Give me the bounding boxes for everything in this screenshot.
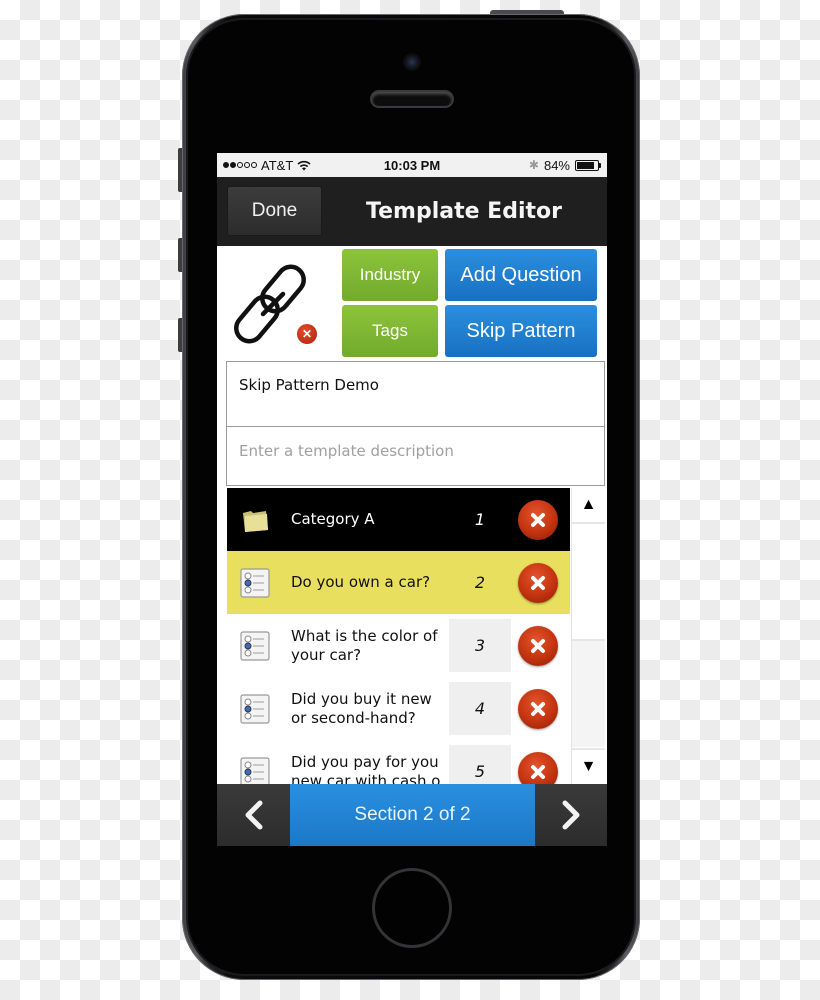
row-order-number[interactable]: 5	[449, 745, 511, 784]
home-button[interactable]	[372, 868, 452, 948]
status-right: ✱ 84%	[529, 158, 601, 173]
scroll-up-button[interactable]: ▲	[572, 488, 605, 524]
page-title: Template Editor	[366, 199, 562, 224]
skip-pattern-button[interactable]: Skip Pattern	[445, 305, 597, 357]
wifi-icon	[297, 160, 311, 170]
template-name-input[interactable]: Skip Pattern Demo	[227, 362, 604, 427]
radio-list-icon	[239, 756, 271, 784]
prev-section-button[interactable]	[217, 784, 290, 846]
delete-row-button[interactable]	[518, 751, 558, 784]
battery-percent: 84%	[543, 157, 570, 173]
battery-icon	[575, 159, 601, 171]
close-icon: ✕	[301, 327, 313, 341]
done-button[interactable]: Done	[227, 186, 322, 236]
earpiece-speaker	[370, 90, 454, 108]
app-screen: AT&T 10:03 PM ✱ 84% Done Template Editor	[217, 153, 607, 846]
delete-row-button[interactable]	[518, 625, 558, 666]
carrier-name: AT&T	[261, 157, 294, 173]
remove-link-button[interactable]: ✕	[297, 324, 317, 344]
radio-list-icon	[239, 630, 271, 662]
bluetooth-icon: ✱	[528, 158, 539, 172]
scroll-thumb[interactable]	[572, 525, 605, 639]
delete-row-button[interactable]	[518, 688, 558, 729]
chevron-left-icon	[245, 800, 262, 830]
delete-row-button[interactable]	[518, 562, 558, 603]
row-order-number[interactable]: 2	[449, 556, 511, 609]
question-row[interactable]: Do you own a car? 2	[227, 551, 570, 614]
template-form: Skip Pattern Demo Enter a template descr…	[226, 361, 605, 486]
battery-tip	[599, 162, 601, 168]
question-row[interactable]: Did you buy it new or second-hand? 4	[227, 677, 570, 740]
delete-icon	[529, 511, 547, 529]
question-list-container: Category A 1 Do you own a car? 2 What is the…	[227, 488, 605, 784]
industry-button[interactable]: Industry	[342, 249, 438, 301]
template-description-input[interactable]: Enter a template description	[227, 427, 604, 485]
category-row[interactable]: Category A 1	[227, 488, 570, 551]
delete-icon	[529, 574, 547, 592]
template-toolbar: ✕ Industry Tags Add Question Skip Patter…	[217, 246, 607, 361]
front-camera	[403, 53, 421, 71]
scroll-down-button[interactable]: ▼	[572, 748, 605, 784]
row-title: Did you buy it new or second-hand?	[291, 689, 432, 727]
delete-icon	[529, 700, 547, 718]
next-section-button[interactable]	[535, 784, 607, 846]
add-question-button[interactable]: Add Question	[445, 249, 597, 301]
scroll-track[interactable]	[572, 639, 605, 747]
signal-dot	[251, 162, 257, 168]
row-title: Did you pay for you new car with cash o	[291, 752, 441, 785]
row-title: What is the color of your car?	[291, 626, 438, 664]
folder-icon	[239, 504, 271, 536]
status-left: AT&T	[223, 158, 311, 173]
scrollbar[interactable]: ▲ ▼	[571, 488, 605, 784]
row-order-number[interactable]: 3	[449, 619, 511, 672]
radio-list-icon	[239, 567, 271, 599]
section-indicator: Section 2 of 2	[290, 784, 535, 846]
chevron-right-icon	[562, 800, 580, 830]
row-order-number[interactable]: 4	[449, 682, 511, 735]
status-bar: AT&T 10:03 PM ✱ 84%	[217, 153, 607, 177]
radio-list-icon	[239, 693, 271, 725]
signal-strength-icon	[223, 162, 257, 168]
delete-icon	[529, 763, 547, 781]
question-list: Category A 1 Do you own a car? 2 What is the…	[227, 488, 570, 784]
signal-dot	[230, 162, 236, 168]
question-row[interactable]: What is the color of your car? 3	[227, 614, 570, 677]
signal-dot	[223, 162, 229, 168]
battery-body	[575, 159, 599, 171]
row-title: Category A	[291, 510, 375, 528]
nav-bar: Done Template Editor	[217, 177, 607, 246]
row-title: Do you own a car?	[291, 573, 431, 591]
skip-link-area[interactable]: ✕	[227, 254, 327, 354]
delete-icon	[529, 637, 547, 655]
signal-dot	[237, 162, 243, 168]
section-nav: Section 2 of 2	[217, 784, 607, 846]
row-order-number[interactable]: 1	[449, 493, 511, 546]
delete-row-button[interactable]	[518, 499, 558, 540]
question-row[interactable]: Did you pay for you new car with cash o5	[227, 740, 570, 784]
battery-fill	[577, 161, 594, 169]
tags-button[interactable]: Tags	[342, 305, 438, 357]
signal-dot	[244, 162, 250, 168]
